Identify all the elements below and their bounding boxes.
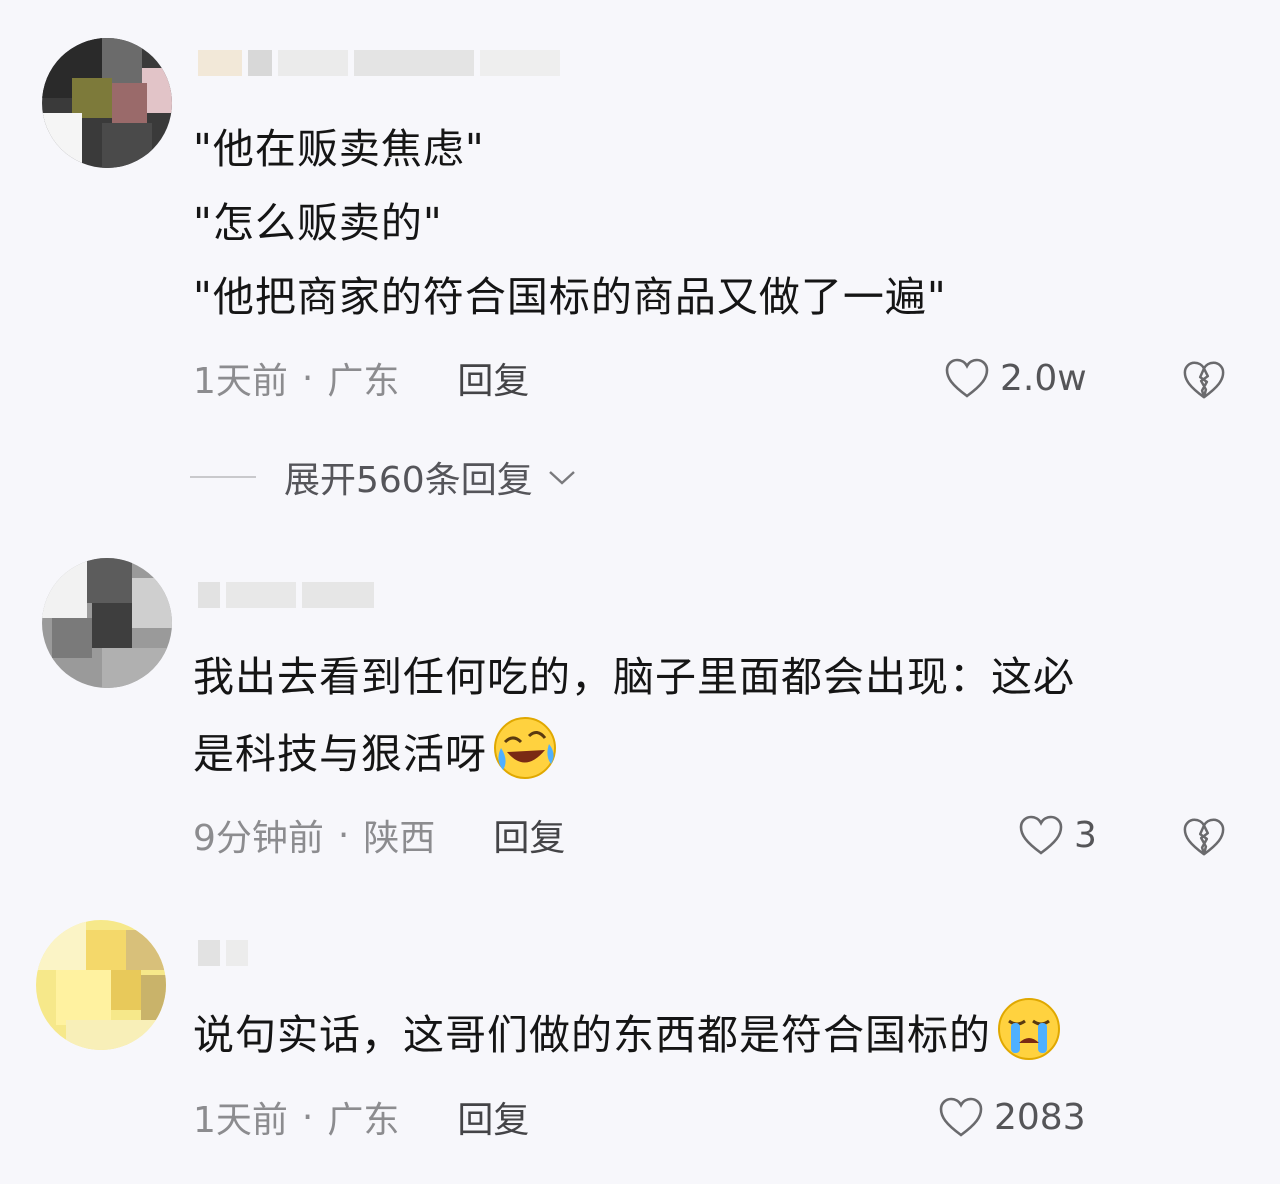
divider-line: [190, 476, 256, 478]
expand-replies-button[interactable]: 展开560条回复: [190, 452, 579, 502]
broken-heart-icon[interactable]: [1182, 358, 1226, 402]
avatar[interactable]: [36, 920, 166, 1050]
like-count: 3: [1074, 814, 1097, 856]
comment-location: 广东: [327, 361, 400, 402]
comment-meta: 1天前 · 广东 回复: [193, 353, 529, 403]
like-button[interactable]: 2083: [938, 1092, 1086, 1142]
reply-button[interactable]: 回复: [457, 352, 529, 404]
like-button[interactable]: 3: [1018, 810, 1097, 860]
crying-emoji: [998, 998, 1060, 1060]
comment-meta: 9分钟前 · 陕西 回复: [193, 810, 565, 860]
username[interactable]: [198, 940, 248, 966]
comment-time: 1天前: [193, 1100, 288, 1141]
heart-icon: [939, 1097, 983, 1137]
comment-time: 1天前: [193, 361, 288, 402]
like-count: 2.0w: [1000, 357, 1087, 399]
broken-heart-icon[interactable]: [1182, 815, 1226, 859]
comment-location: 陕西: [363, 818, 436, 859]
comment-text: 说句实话，这哥们做的东西都是符合国标的: [193, 995, 1240, 1072]
username[interactable]: [198, 50, 560, 76]
avatar[interactable]: [42, 558, 172, 688]
chevron-down-icon: [548, 471, 575, 485]
separator: ·: [301, 357, 314, 399]
separator: ·: [337, 814, 350, 856]
comment-text: 我出去看到任何吃的，脑子里面都会出现：这必 是科技与狠活呀: [193, 640, 1240, 791]
reply-button[interactable]: 回复: [457, 1091, 529, 1143]
heart-icon: [1019, 815, 1063, 855]
heart-icon: [945, 358, 989, 398]
username[interactable]: [198, 582, 374, 608]
like-count: 2083: [994, 1096, 1086, 1138]
like-button[interactable]: 2.0w: [944, 353, 1087, 403]
comment-text: "他在贩卖焦虑" "怎么贩卖的" "他把商家的符合国标的商品又做了一遍": [193, 125, 947, 321]
expand-replies-label: 展开560条回复: [284, 460, 533, 501]
separator: ·: [301, 1096, 314, 1138]
avatar[interactable]: [42, 38, 172, 168]
laughing-crying-emoji: [494, 717, 556, 779]
reply-button[interactable]: 回复: [493, 809, 565, 861]
comment-time: 9分钟前: [193, 818, 324, 859]
comment-meta: 1天前 · 广东 回复: [193, 1092, 529, 1142]
comment-location: 广东: [327, 1100, 400, 1141]
